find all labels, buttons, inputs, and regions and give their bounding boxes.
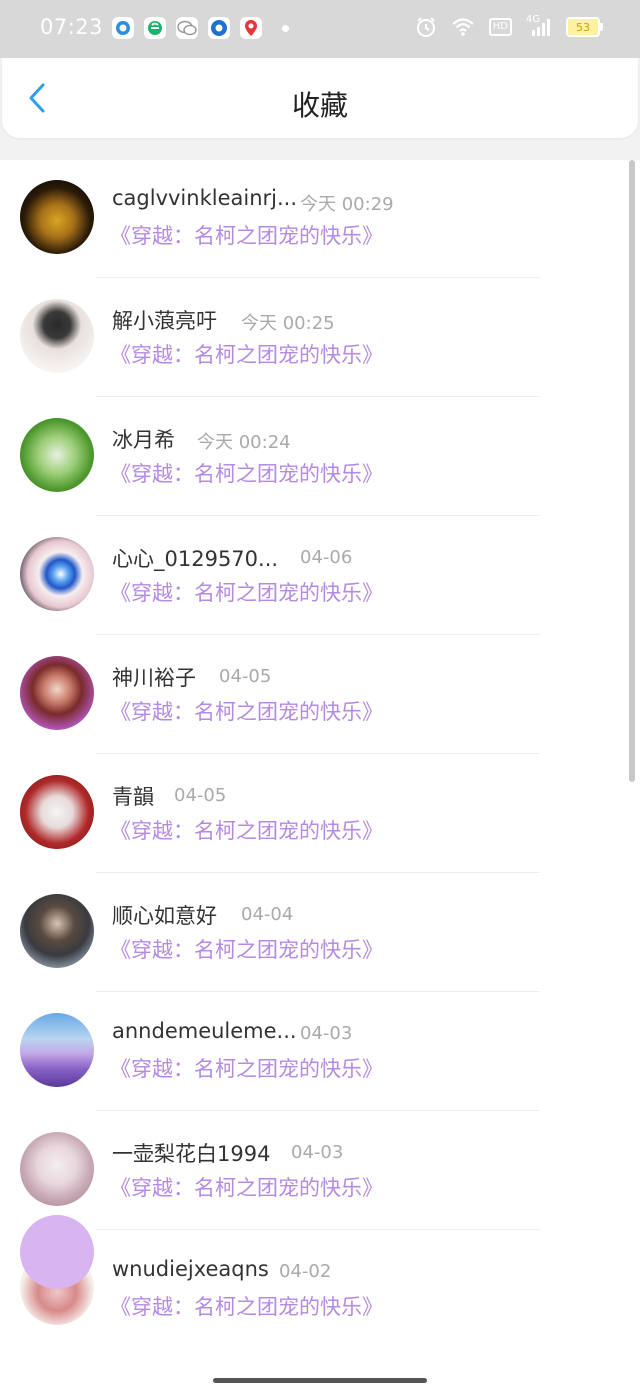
signal-icon: 4G [526, 14, 552, 37]
book-title[interactable]: 《穿越：名柯之团宠的快乐》 [110, 1172, 383, 1202]
user-name[interactable]: wnudiejxeaqns [112, 1257, 269, 1281]
page-title: 收藏 [291, 89, 348, 122]
divider [96, 753, 540, 754]
divider [96, 634, 540, 635]
timestamp: 04-05 [174, 785, 227, 806]
system-icons: HD 4G 53 [415, 14, 603, 38]
map-pin-icon [240, 17, 262, 39]
list-item[interactable]: anndemeuleme... 04-03 《穿越：名柯之团宠的快乐》 [0, 993, 640, 1112]
book-title[interactable]: 《穿越：名柯之团宠的快乐》 [110, 1291, 383, 1321]
divider [96, 277, 540, 278]
scrollbar[interactable] [629, 160, 635, 782]
divider [96, 1110, 540, 1111]
user-name[interactable]: 青韻 [112, 781, 154, 811]
list-item[interactable]: wnudiejxeaqns 04-02 《穿越：名柯之团宠的快乐》 [0, 1231, 640, 1350]
avatar[interactable] [20, 775, 94, 849]
book-title[interactable]: 《穿越：名柯之团宠的快乐》 [110, 220, 383, 250]
avatar[interactable] [20, 894, 94, 968]
user-name[interactable]: 神川裕子 [112, 662, 196, 692]
user-name[interactable]: 一壶梨花白1994 [112, 1138, 270, 1168]
user-name[interactable]: 心心_0129570... [112, 543, 278, 573]
list-item[interactable]: caglvvinkleainrj... 今天 00:29 《穿越：名柯之团宠的快… [0, 160, 640, 279]
timestamp: 今天 00:25 [241, 313, 335, 334]
notification-icons [112, 17, 289, 39]
status-bar: 07:23 HD 4G 53 [0, 0, 640, 58]
list-item[interactable]: 顺心如意好 04-04 《穿越：名柯之团宠的快乐》 [0, 874, 640, 993]
header-bar: 收藏 [2, 58, 638, 138]
list-item[interactable]: 解小蒗亮吁 今天 00:25 《穿越：名柯之团宠的快乐》 [0, 279, 640, 398]
wechat-icon [176, 17, 198, 39]
timestamp: 04-03 [291, 1142, 344, 1163]
home-indicator[interactable] [213, 1378, 427, 1383]
avatar[interactable] [20, 1013, 94, 1087]
book-title[interactable]: 《穿越：名柯之团宠的快乐》 [110, 815, 383, 845]
hd-badge: HD [488, 18, 512, 36]
avatar[interactable] [20, 180, 94, 254]
user-name[interactable]: 顺心如意好 [112, 900, 217, 930]
divider [96, 991, 540, 992]
timestamp: 04-03 [300, 1023, 353, 1044]
battery-level: 53 [576, 20, 590, 34]
book-title[interactable]: 《穿越：名柯之团宠的快乐》 [110, 458, 383, 488]
timestamp: 04-04 [241, 904, 294, 925]
list-item[interactable]: 冰月希 今天 00:24 《穿越：名柯之团宠的快乐》 [0, 398, 640, 517]
timestamp: 04-02 [279, 1261, 332, 1282]
list-item[interactable]: 一壶梨花白1994 04-03 《穿越：名柯之团宠的快乐》 [0, 1112, 640, 1231]
edge-browser-icon [144, 17, 166, 39]
avatar[interactable] [20, 299, 94, 373]
timestamp: 今天 00:29 [300, 194, 394, 215]
avatar[interactable] [20, 1132, 94, 1206]
divider [96, 396, 540, 397]
avatar[interactable] [20, 418, 94, 492]
avatar[interactable] [20, 1215, 94, 1289]
status-time: 07:23 [40, 15, 104, 39]
timestamp: 04-06 [300, 547, 353, 568]
user-name[interactable]: anndemeuleme... [112, 1019, 297, 1043]
browser-icon [112, 17, 134, 39]
alarm-icon [416, 17, 435, 37]
user-name[interactable]: caglvvinkleainrj... [112, 186, 297, 210]
book-title[interactable]: 《穿越：名柯之团宠的快乐》 [110, 577, 383, 607]
user-name[interactable]: 冰月希 [112, 424, 175, 454]
user-name[interactable]: 解小蒗亮吁 [112, 305, 217, 335]
timestamp: 04-05 [219, 666, 272, 687]
more-notifications-dot [282, 24, 289, 32]
divider [96, 872, 540, 873]
avatar[interactable] [20, 537, 94, 611]
list-item[interactable]: 心心_0129570... 04-06 《穿越：名柯之团宠的快乐》 [0, 517, 640, 636]
divider [96, 1229, 540, 1230]
avatar[interactable] [20, 656, 94, 730]
divider [96, 515, 540, 516]
list-item[interactable]: 神川裕子 04-05 《穿越：名柯之团宠的快乐》 [0, 636, 640, 755]
list-item[interactable]: 青韻 04-05 《穿越：名柯之团宠的快乐》 [0, 755, 640, 874]
wifi-icon [452, 18, 474, 36]
timestamp: 今天 00:24 [197, 432, 291, 453]
book-title[interactable]: 《穿越：名柯之团宠的快乐》 [110, 934, 383, 964]
book-title[interactable]: 《穿越：名柯之团宠的快乐》 [110, 696, 383, 726]
favorites-list[interactable]: caglvvinkleainrj... 今天 00:29 《穿越：名柯之团宠的快… [0, 160, 640, 1387]
book-title[interactable]: 《穿越：名柯之团宠的快乐》 [110, 1053, 383, 1083]
book-title[interactable]: 《穿越：名柯之团宠的快乐》 [110, 339, 383, 369]
battery-icon: 53 [566, 17, 603, 37]
app-circle-icon [208, 17, 230, 39]
